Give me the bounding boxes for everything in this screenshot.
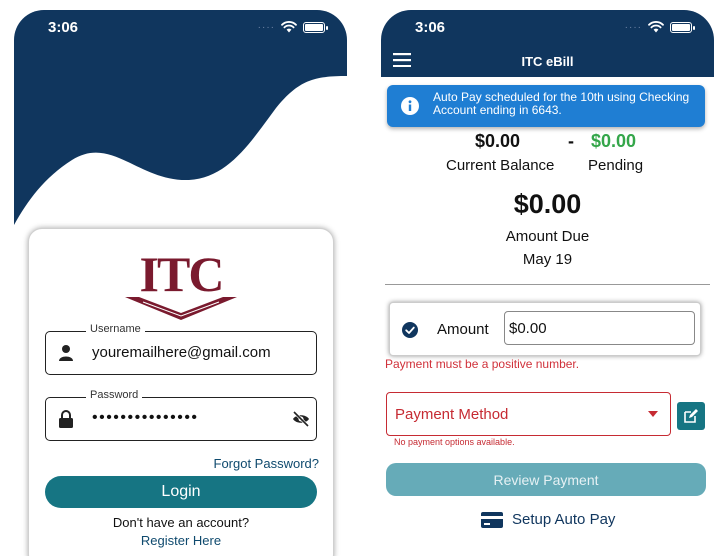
wifi-icon [648,21,664,33]
password-field[interactable]: Password ••••••••••••••• [45,389,317,441]
current-balance-amount: $0.00 [475,131,521,151]
signal-dots-icon: ···· [624,21,642,33]
pending-label: Pending [588,157,644,174]
payment-method-select[interactable]: Payment Method [386,392,671,436]
payment-method-label: Payment Method [395,406,509,423]
password-label: Password [86,389,143,401]
lock-icon [59,410,73,428]
amount-due-label: Amount Due [505,228,590,245]
no-account-text: Don't have an account? [112,515,250,530]
battery-icon [303,21,328,33]
forgot-password-link[interactable]: Forgot Password? [214,456,320,471]
ebill-screen: ITC eBill 3:06 ···· Auto Pay scheduled f… [381,10,714,556]
username-label: Username [86,323,145,335]
status-time: 3:06 [415,19,446,36]
login-screen: 3:06 ···· ITC Username youremailhere@gma… [14,10,347,556]
amount-input[interactable]: $0.00 [504,311,695,345]
username-field[interactable]: Username youremailhere@gmail.com [45,323,317,375]
current-balance-label: Current Balance [446,157,555,174]
toast-message: Auto Pay scheduled for the 10th using Ch… [433,90,690,117]
payment-method-error-message: No payment options available. [394,437,515,447]
check-circle-icon[interactable] [402,322,418,338]
setup-autopay-link[interactable]: Setup Auto Pay [481,511,615,528]
balance-separator: - [568,131,574,151]
status-bar: 3:06 ···· [381,10,714,50]
password-value: ••••••••••••••• [92,409,199,426]
amount-due-value: $0.00 [513,189,582,219]
status-icons: ···· [257,21,328,33]
credit-card-icon [481,511,503,528]
amount-label: Amount [437,321,489,338]
signal-dots-icon: ···· [257,21,275,33]
app-title: ITC eBill [521,54,574,69]
status-icons: ···· [624,21,695,33]
setup-autopay-label: Setup Auto Pay [512,511,616,528]
itc-logo: ITC [125,246,237,320]
edit-payment-method-button[interactable] [677,402,705,430]
login-button[interactable]: Login [45,476,317,508]
wifi-icon [281,21,297,33]
info-icon [401,97,419,115]
edit-icon [684,409,698,423]
svg-text:ITC: ITC [140,246,223,302]
login-card: ITC Username youremailhere@gmail.com Pas… [28,228,334,556]
eye-off-icon[interactable] [292,411,310,427]
battery-icon [670,21,695,33]
amount-error-message: Payment must be a positive number. [385,357,580,371]
register-link[interactable]: Register Here [29,533,333,548]
due-date: May 19 [522,251,573,268]
amount-card: Amount $0.00 [389,302,701,356]
status-bar: 3:06 ···· [14,10,347,50]
pending-amount: $0.00 [591,131,637,151]
review-payment-button[interactable]: Review Payment [386,463,706,496]
status-time: 3:06 [48,19,79,36]
caret-down-icon [648,411,658,417]
autopay-toast[interactable]: Auto Pay scheduled for the 10th using Ch… [387,85,705,127]
person-icon [59,345,73,361]
username-value: youremailhere@gmail.com [92,344,271,361]
divider [385,284,710,285]
